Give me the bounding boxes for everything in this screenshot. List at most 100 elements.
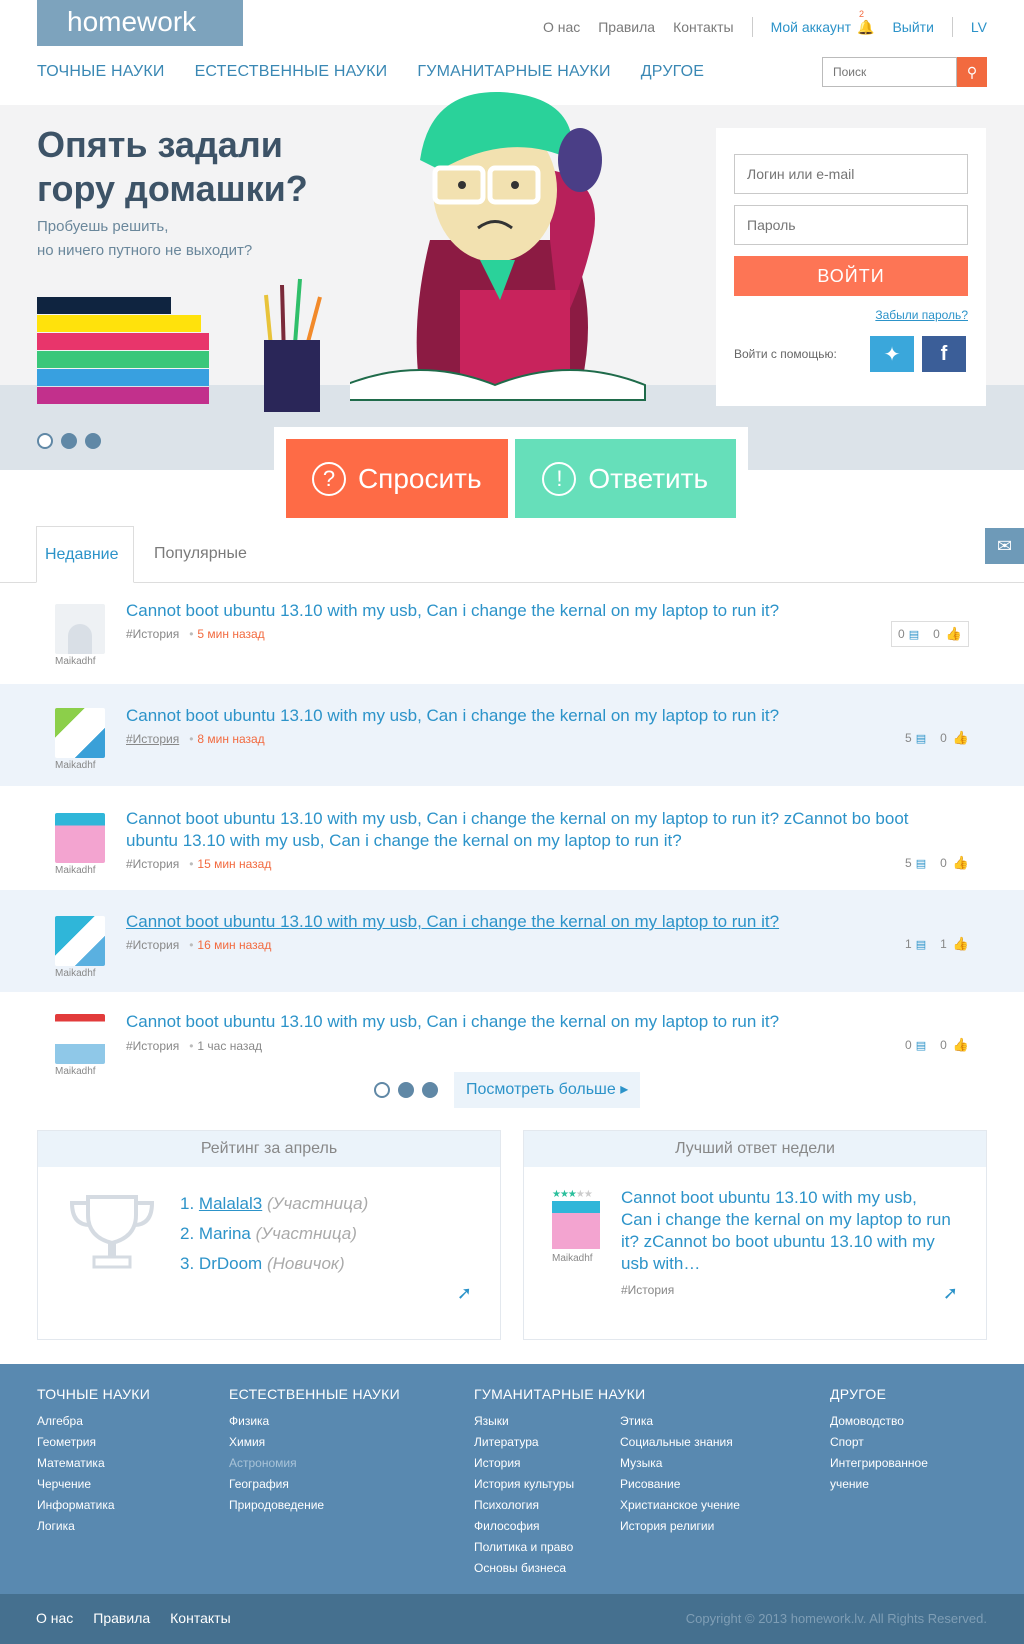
language-switch[interactable]: LV <box>971 19 987 35</box>
question-tag[interactable]: #История <box>126 732 179 746</box>
login-field[interactable] <box>734 154 968 194</box>
carousel-dot[interactable] <box>37 433 53 449</box>
page-dot[interactable] <box>422 1082 438 1098</box>
question-tag[interactable]: #История <box>126 1039 179 1053</box>
footer-link[interactable]: Христианское учение <box>620 1495 740 1516</box>
share-icon[interactable]: ➚ <box>943 1283 958 1304</box>
tab-recent[interactable]: Недавние <box>36 526 134 583</box>
footer-heading[interactable]: ДРУГОЕ <box>830 1384 970 1405</box>
logout-link[interactable]: Выйти <box>892 19 933 35</box>
footer-link[interactable]: Социальные знания <box>620 1432 740 1453</box>
bottom-rules-link[interactable]: Правила <box>93 1610 150 1626</box>
account-link[interactable]: Мой аккаунт <box>771 19 851 35</box>
carousel-dot[interactable] <box>61 433 77 449</box>
logo[interactable]: homework <box>37 0 243 46</box>
thumbs-up-icon[interactable]: 👍 <box>953 730 969 746</box>
bottom-about-link[interactable]: О нас <box>36 1610 73 1626</box>
question-tag[interactable]: #История <box>126 857 179 871</box>
footer-link[interactable]: Физика <box>229 1411 400 1432</box>
hero-title: Опять задали гору домашки? <box>37 124 308 209</box>
footer-heading[interactable]: ТОЧНЫЕ НАУКИ <box>37 1384 150 1405</box>
avatar[interactable] <box>55 813 105 863</box>
comment-icon[interactable]: ▤ <box>909 628 919 641</box>
footer-link[interactable]: Логика <box>37 1516 150 1537</box>
show-more-button[interactable]: Посмотреть больше ▸ <box>454 1072 641 1108</box>
rating-user[interactable]: Marina <box>199 1224 251 1243</box>
username[interactable]: Maikadhf <box>55 656 115 667</box>
share-icon[interactable]: ➚ <box>457 1283 472 1304</box>
thumbs-up-icon[interactable]: 👍 <box>953 855 969 871</box>
username[interactable]: Maikadhf <box>55 760 115 771</box>
username[interactable]: Maikadhf <box>55 968 115 979</box>
footer-link[interactable]: История религии <box>620 1516 740 1537</box>
rating-user[interactable]: DrDoom <box>199 1254 262 1273</box>
comment-icon[interactable]: ▤ <box>916 1039 926 1052</box>
username[interactable]: Maikadhf <box>55 1066 115 1077</box>
carousel-dot[interactable] <box>85 433 101 449</box>
footer-link[interactable]: Математика <box>37 1453 150 1474</box>
avatar[interactable] <box>55 708 105 758</box>
footer-link[interactable]: Геометрия <box>37 1432 150 1453</box>
password-field[interactable] <box>734 205 968 245</box>
question-title[interactable]: Cannot boot ubuntu 13.10 with my usb, Ca… <box>126 808 946 852</box>
footer-link[interactable]: Спорт <box>830 1432 970 1453</box>
thumbs-up-icon[interactable]: 👍 <box>946 626 962 642</box>
answer-button[interactable]: ! Ответить <box>514 439 736 518</box>
best-answer-text[interactable]: Cannot boot ubuntu 13.10 with my usb, Ca… <box>621 1187 951 1275</box>
login-button[interactable]: ВОЙТИ <box>734 256 968 296</box>
comment-icon[interactable]: ▤ <box>916 857 926 870</box>
footer-link[interactable]: Черчение <box>37 1474 150 1495</box>
category-humanities[interactable]: ГУМАНИТАРНЫЕ НАУКИ <box>417 63 610 81</box>
footer-link[interactable]: Химия <box>229 1432 400 1453</box>
page-dot[interactable] <box>398 1082 414 1098</box>
footer-link[interactable]: Музыка <box>620 1453 740 1474</box>
question-title[interactable]: Cannot boot ubuntu 13.10 with my usb, Ca… <box>126 1011 946 1033</box>
footer-link[interactable]: Домоводство <box>830 1411 970 1432</box>
footer-link[interactable]: Природоведение <box>229 1495 400 1516</box>
best-answer-tag[interactable]: #История <box>621 1283 674 1297</box>
footer-link[interactable]: Основы бизнеса <box>474 1558 646 1579</box>
avatar[interactable] <box>55 604 105 654</box>
page-dot[interactable] <box>374 1082 390 1098</box>
footer-link[interactable]: Астрономия <box>229 1453 400 1474</box>
category-other[interactable]: ДРУГОЕ <box>641 63 704 81</box>
question-title[interactable]: Cannot boot ubuntu 13.10 with my usb, Ca… <box>126 911 946 933</box>
ask-button[interactable]: ? Спросить <box>286 439 508 518</box>
search-input[interactable] <box>822 57 957 87</box>
rules-link[interactable]: Правила <box>598 19 655 35</box>
footer-link[interactable]: Алгебра <box>37 1411 150 1432</box>
avatar[interactable] <box>552 1201 600 1249</box>
footer-link[interactable]: География <box>229 1474 400 1495</box>
thumbs-up-icon[interactable]: 👍 <box>953 1037 969 1053</box>
contacts-link[interactable]: Контакты <box>673 19 733 35</box>
twitter-button[interactable]: ✦ <box>870 336 914 372</box>
username[interactable]: Maikadhf <box>55 865 115 876</box>
facebook-button[interactable]: f <box>922 336 966 372</box>
bottom-contacts-link[interactable]: Контакты <box>170 1610 230 1626</box>
avatar[interactable] <box>55 916 105 966</box>
question-tag[interactable]: #История <box>126 938 179 952</box>
about-link[interactable]: О нас <box>543 19 580 35</box>
category-natural-sciences[interactable]: ЕСТЕСТВЕННЫЕ НАУКИ <box>195 63 388 81</box>
footer-link[interactable]: Политика и право <box>474 1537 646 1558</box>
bell-icon[interactable]: 🔔 2 <box>857 9 874 36</box>
footer-heading[interactable]: ЕСТЕСТВЕННЫЕ НАУКИ <box>229 1384 400 1405</box>
search-button[interactable]: ⚲ <box>957 57 987 87</box>
footer-link[interactable]: Этика <box>620 1411 740 1432</box>
question-tag[interactable]: #История <box>126 627 179 641</box>
rating-user[interactable]: Malalal3 <box>199 1194 262 1213</box>
avatar[interactable] <box>55 1014 105 1064</box>
category-exact-sciences[interactable]: ТОЧНЫЕ НАУКИ <box>37 63 165 81</box>
forgot-password-link[interactable]: Забыли пароль? <box>734 308 968 322</box>
tab-popular[interactable]: Популярные <box>146 526 255 583</box>
footer-link[interactable]: Информатика <box>37 1495 150 1516</box>
footer-link[interactable]: Интегрированное учение <box>830 1453 970 1495</box>
username[interactable]: Maikadhf <box>552 1253 593 1264</box>
footer-heading[interactable]: ГУМАНИТАРНЫЕ НАУКИ <box>474 1384 646 1405</box>
question-title[interactable]: Cannot boot ubuntu 13.10 with my usb, Ca… <box>126 705 946 727</box>
thumbs-up-icon[interactable]: 👍 <box>953 936 969 952</box>
question-title[interactable]: Cannot boot ubuntu 13.10 with my usb, Ca… <box>126 600 946 622</box>
footer-link[interactable]: Рисование <box>620 1474 740 1495</box>
comment-icon[interactable]: ▤ <box>916 732 926 745</box>
comment-icon[interactable]: ▤ <box>916 938 926 951</box>
